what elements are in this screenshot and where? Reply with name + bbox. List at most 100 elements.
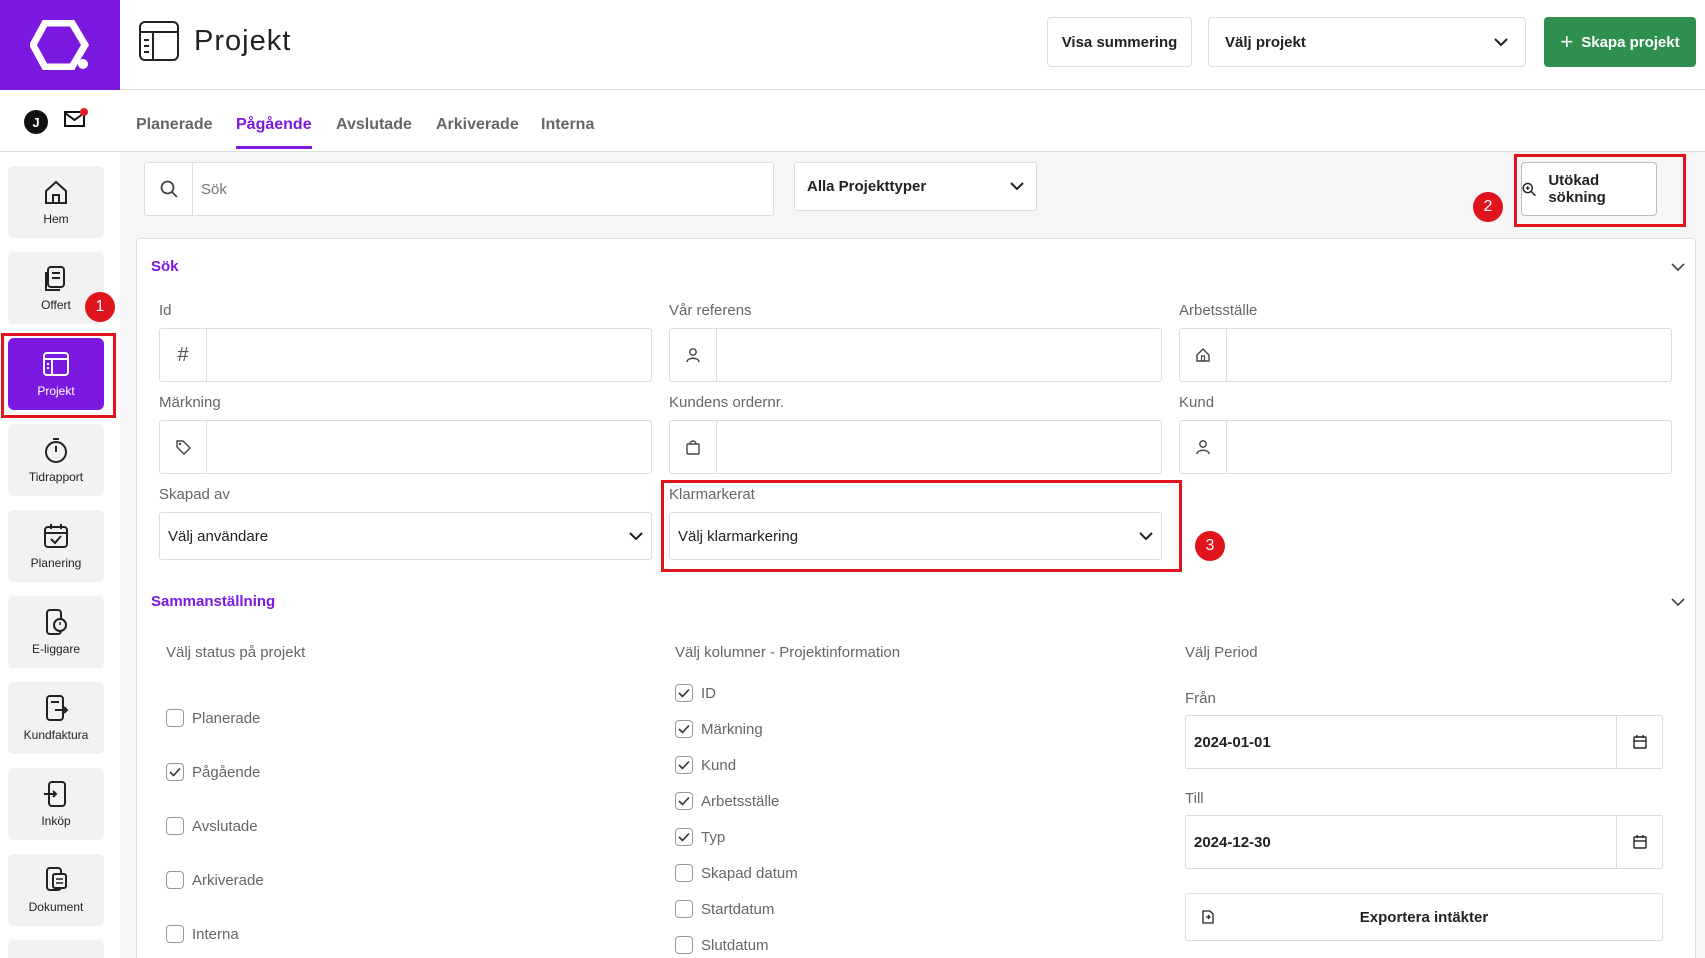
reference-field[interactable]: [669, 328, 1162, 382]
reference-label: Vår referens: [669, 302, 752, 319]
app-logo[interactable]: [0, 0, 120, 90]
tab-planerade[interactable]: Planerade: [136, 116, 212, 146]
offer-icon: [45, 266, 65, 291]
status-checkbox-pagaende[interactable]: Pågående: [166, 763, 260, 781]
chevron-down-icon: [1010, 182, 1024, 191]
column-checkbox-markning[interactable]: Märkning: [675, 720, 763, 738]
tab-avslutade[interactable]: Avslutade: [336, 116, 412, 146]
sidebar-item-kundfaktura[interactable]: Kundfaktura: [8, 682, 104, 754]
tab-pagaende[interactable]: Pågående: [236, 116, 312, 149]
checkbox-checked[interactable]: [675, 720, 693, 738]
checkbox[interactable]: [166, 871, 184, 889]
checkbox-label: Kund: [701, 756, 737, 774]
chevron-down-icon[interactable]: [1671, 598, 1685, 607]
search-panel: Sök Id # Vår referens Arbetsställe Märkn…: [136, 238, 1696, 958]
annotation-badge: 3: [1195, 531, 1225, 561]
from-date-field[interactable]: 2024-01-01: [1185, 715, 1663, 769]
status-checkbox-arkiverade[interactable]: Arkiverade: [166, 871, 264, 889]
checkbox-checked[interactable]: [675, 756, 693, 774]
marking-label: Märkning: [159, 394, 221, 411]
checkbox[interactable]: [166, 817, 184, 835]
avatar[interactable]: J: [24, 110, 48, 134]
from-date-value[interactable]: 2024-01-01: [1186, 716, 1616, 768]
project-type-select[interactable]: Alla Projekttyper: [794, 162, 1037, 211]
workplace-field[interactable]: [1179, 328, 1672, 382]
checkbox-checked[interactable]: [675, 684, 693, 702]
checkbox-checked[interactable]: [675, 828, 693, 846]
id-field[interactable]: #: [159, 328, 652, 382]
checkbox[interactable]: [675, 900, 693, 918]
user-area: J: [0, 90, 120, 152]
search-input[interactable]: [193, 163, 773, 215]
checkbox-checked[interactable]: [166, 763, 184, 781]
checkbox-checked[interactable]: [675, 792, 693, 810]
stopwatch-icon: [45, 438, 67, 463]
column-checkbox-id[interactable]: ID: [675, 684, 716, 702]
search-field[interactable]: [144, 162, 774, 216]
sidebar-item-planering[interactable]: Planering: [8, 510, 104, 582]
sidebar-item-label: Dokument: [28, 900, 84, 914]
column-checkbox-arbetsstalle[interactable]: Arbetsställe: [675, 792, 779, 810]
check-icon: [678, 832, 690, 842]
column-checkbox-kund[interactable]: Kund: [675, 756, 736, 774]
checkbox-label: ID: [701, 684, 716, 702]
user-icon: [1180, 421, 1227, 473]
calendar-icon[interactable]: [1616, 716, 1662, 768]
customer-field[interactable]: [1179, 420, 1672, 474]
chevron-down-icon: [629, 531, 643, 540]
order-number-field[interactable]: [669, 420, 1162, 474]
from-label: Från: [1185, 690, 1216, 707]
tab-arkiverade[interactable]: Arkiverade: [436, 116, 519, 146]
status-checkbox-avslutade[interactable]: Avslutade: [166, 817, 258, 835]
project-icon: [139, 21, 179, 61]
checkbox-label: Pågående: [192, 763, 261, 781]
sidebar-item-e-liggare[interactable]: E-liggare: [8, 596, 104, 668]
column-checkbox-startdatum[interactable]: Startdatum: [675, 900, 774, 918]
created-by-select[interactable]: Välj användare: [159, 512, 652, 560]
status-checkbox-interna[interactable]: Interna: [166, 925, 239, 943]
export-revenue-button[interactable]: Exportera intäkter: [1185, 893, 1663, 941]
sidebar-item-label: Kundfaktura: [23, 728, 89, 742]
checkbox-label: Avslutade: [192, 817, 258, 835]
column-checkbox-typ[interactable]: Typ: [675, 828, 725, 846]
search-icon: [145, 163, 193, 215]
to-date-field[interactable]: 2024-12-30: [1185, 815, 1663, 869]
search-section-title[interactable]: Sök: [151, 258, 179, 275]
project-select[interactable]: Välj projekt: [1208, 17, 1526, 67]
column-checkbox-skapad-datum[interactable]: Skapad datum: [675, 864, 798, 882]
sidebar-item-inkop[interactable]: Inköp: [8, 768, 104, 840]
chevron-down-icon: [1494, 38, 1508, 47]
show-summary-button[interactable]: Visa summering: [1047, 17, 1192, 67]
calendar-icon[interactable]: [1616, 816, 1662, 868]
create-project-button[interactable]: + Skapa projekt: [1544, 17, 1696, 67]
sidebar-item-hem[interactable]: Hem: [8, 166, 104, 238]
sidebar-item-dokument[interactable]: Dokument: [8, 854, 104, 926]
project-select-value: Välj projekt: [1225, 33, 1306, 51]
checkbox-label: Startdatum: [701, 900, 775, 918]
status-heading: Välj status på projekt: [166, 644, 306, 661]
checkbox[interactable]: [675, 936, 693, 954]
checkbox[interactable]: [166, 925, 184, 943]
customer-label: Kund: [1179, 394, 1215, 411]
column-checkbox-slutdatum[interactable]: Slutdatum: [675, 936, 769, 954]
sidebar-item-more[interactable]: [8, 940, 104, 958]
to-date-value[interactable]: 2024-12-30: [1186, 816, 1616, 868]
check-icon: [678, 796, 690, 806]
tab-interna[interactable]: Interna: [541, 116, 594, 146]
to-label: Till: [1185, 790, 1204, 807]
checkbox[interactable]: [166, 709, 184, 727]
status-checkbox-planerade[interactable]: Planerade: [166, 709, 260, 727]
checkbox[interactable]: [675, 864, 693, 882]
sidebar-item-label: E-liggare: [31, 642, 81, 656]
invoice-icon: [46, 695, 69, 721]
columns-heading: Välj kolumner - Projektinformation: [675, 644, 901, 661]
summary-section-title[interactable]: Sammanställning: [151, 593, 275, 610]
checkbox-label: Arkiverade: [192, 871, 264, 889]
sidebar-item-tidrapport[interactable]: Tidrapport: [8, 424, 104, 496]
sidebar-item-label: Tidrapport: [28, 470, 84, 484]
marking-field[interactable]: [159, 420, 652, 474]
chevron-down-icon[interactable]: [1671, 263, 1685, 272]
hash-icon: #: [160, 329, 207, 381]
order-number-label: Kundens ordernr.: [669, 394, 785, 411]
id-label: Id: [159, 302, 172, 319]
